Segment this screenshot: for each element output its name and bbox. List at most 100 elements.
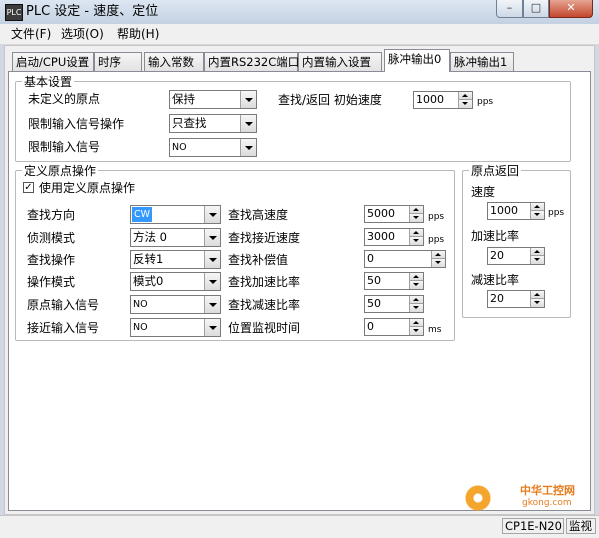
limit-signal-label: 限制输入信号	[28, 140, 101, 154]
spin-up-icon[interactable]	[409, 319, 423, 327]
undefined-origin-select[interactable]: 保持	[169, 90, 257, 109]
search-high-speed-label: 查找高速度	[228, 208, 289, 222]
search-high-speed-value: 5000	[367, 207, 395, 220]
search-approach-speed-value: 3000	[367, 230, 395, 243]
window-title: PLC 设定 - 速度、定位	[26, 4, 159, 19]
detection-mode-select[interactable]: 方法 0	[130, 228, 221, 247]
operation-mode-select[interactable]: 模式0	[130, 272, 221, 291]
search-direction-label: 查找方向	[27, 208, 76, 222]
position-monitor-time-unit: ms	[428, 325, 442, 335]
spin-up-icon[interactable]	[409, 229, 423, 237]
spin-up-icon[interactable]	[530, 291, 544, 299]
search-operation-value: 反转1	[133, 252, 164, 266]
return-decel-value: 20	[490, 292, 504, 305]
spin-up-icon[interactable]	[409, 206, 423, 214]
position-monitor-time-label: 位置监视时间	[228, 321, 301, 335]
position-monitor-time-input[interactable]: 0	[364, 318, 424, 336]
chevron-down-icon[interactable]	[204, 251, 220, 268]
spin-down-icon[interactable]	[409, 237, 423, 245]
gear-icon	[464, 484, 492, 512]
use-define-origin-checkbox[interactable]: ✓	[23, 182, 34, 193]
search-operation-select[interactable]: 反转1	[130, 250, 221, 269]
search-decel-ratio-label: 查找减速比率	[228, 298, 301, 312]
search-direction-select[interactable]: CW	[130, 205, 221, 224]
spin-down-icon[interactable]	[409, 327, 423, 335]
proximity-input-signal-label: 接近输入信号	[27, 321, 100, 335]
minimize-button[interactable]: –	[496, 0, 523, 18]
spin-down-icon[interactable]	[530, 211, 544, 219]
tab-timing[interactable]: 时序	[94, 52, 142, 71]
tab-startup-cpu[interactable]: 启动/CPU设置	[12, 52, 94, 71]
spin-down-icon[interactable]	[409, 281, 423, 289]
menu-file[interactable]: 文件(F)	[8, 26, 54, 42]
chevron-down-icon[interactable]	[240, 139, 256, 156]
proximity-input-signal-select[interactable]: NO	[130, 318, 221, 337]
spin-up-icon[interactable]	[458, 92, 472, 100]
search-return-speed-unit: pps	[477, 97, 494, 107]
chevron-down-icon[interactable]	[240, 115, 256, 132]
origin-return-title: 原点返回	[469, 164, 522, 178]
chevron-down-icon[interactable]	[204, 296, 220, 313]
proximity-input-signal-value: NO	[133, 322, 148, 333]
spin-up-icon[interactable]	[409, 273, 423, 281]
origin-input-signal-value: NO	[133, 299, 148, 310]
search-return-speed-input[interactable]: 1000	[413, 91, 473, 109]
search-high-speed-unit: pps	[428, 212, 445, 222]
tab-pulse-output-1[interactable]: 脉冲输出1	[450, 52, 514, 71]
basic-settings-title: 基本设置	[22, 75, 75, 89]
search-return-speed-label: 查找/返回 初始速度	[278, 93, 382, 107]
watermark-text: 中华工控网	[520, 484, 575, 497]
tab-builtin-input[interactable]: 内置输入设置	[298, 52, 382, 71]
spin-down-icon[interactable]	[431, 259, 445, 267]
close-button[interactable]: ✕	[549, 0, 593, 18]
return-accel-value: 20	[490, 249, 504, 262]
plc-app-icon: PLC	[5, 4, 23, 21]
detection-mode-label: 侦测模式	[27, 231, 76, 245]
maximize-button[interactable]: □	[523, 0, 549, 18]
chevron-down-icon[interactable]	[204, 319, 220, 336]
search-approach-speed-label: 查找接近速度	[228, 231, 301, 245]
status-mode: 监视	[566, 518, 596, 534]
origin-input-signal-select[interactable]: NO	[130, 295, 221, 314]
chevron-down-icon[interactable]	[240, 91, 256, 108]
chevron-down-icon[interactable]	[204, 229, 220, 246]
return-decel-input[interactable]: 20	[487, 290, 545, 308]
limit-op-label: 限制输入信号操作	[28, 117, 125, 131]
search-accel-ratio-input[interactable]: 50	[364, 272, 424, 290]
spin-down-icon[interactable]	[458, 100, 472, 108]
limit-op-select[interactable]: 只查找	[169, 114, 257, 133]
spin-up-icon[interactable]	[431, 251, 445, 259]
undefined-origin-label: 未定义的原点	[28, 92, 101, 106]
search-accel-ratio-label: 查找加速比率	[228, 275, 301, 289]
spin-up-icon[interactable]	[409, 296, 423, 304]
menu-options[interactable]: 选项(O)	[58, 26, 107, 42]
spin-up-icon[interactable]	[530, 248, 544, 256]
define-origin-title: 定义原点操作	[22, 164, 99, 178]
spin-down-icon[interactable]	[530, 256, 544, 264]
search-compensation-value: 0	[367, 252, 374, 265]
tab-pulse-output-0[interactable]: 脉冲输出0	[384, 49, 450, 72]
return-speed-input[interactable]: 1000	[487, 202, 545, 220]
menu-help[interactable]: 帮助(H)	[114, 26, 162, 42]
spin-down-icon[interactable]	[409, 214, 423, 222]
search-approach-speed-input[interactable]: 3000	[364, 228, 424, 246]
search-high-speed-input[interactable]: 5000	[364, 205, 424, 223]
tab-rs232c-port[interactable]: 内置RS232C端口	[204, 52, 299, 71]
undefined-origin-value: 保持	[172, 92, 195, 106]
limit-signal-value: NO	[172, 142, 187, 153]
watermark-url: gkong.com	[522, 498, 572, 508]
chevron-down-icon[interactable]	[204, 206, 220, 223]
chevron-down-icon[interactable]	[204, 273, 220, 290]
spin-up-icon[interactable]	[530, 203, 544, 211]
search-decel-ratio-input[interactable]: 50	[364, 295, 424, 313]
tab-input-constants[interactable]: 输入常数	[144, 52, 204, 71]
limit-op-value: 只查找	[172, 116, 207, 130]
search-decel-ratio-value: 50	[367, 297, 381, 310]
search-approach-speed-unit: pps	[428, 235, 445, 245]
spin-down-icon[interactable]	[530, 299, 544, 307]
spin-down-icon[interactable]	[409, 304, 423, 312]
return-accel-input[interactable]: 20	[487, 247, 545, 265]
search-compensation-label: 查找补偿值	[228, 253, 289, 267]
limit-signal-select[interactable]: NO	[169, 138, 257, 157]
search-compensation-input[interactable]: 0	[364, 250, 446, 268]
